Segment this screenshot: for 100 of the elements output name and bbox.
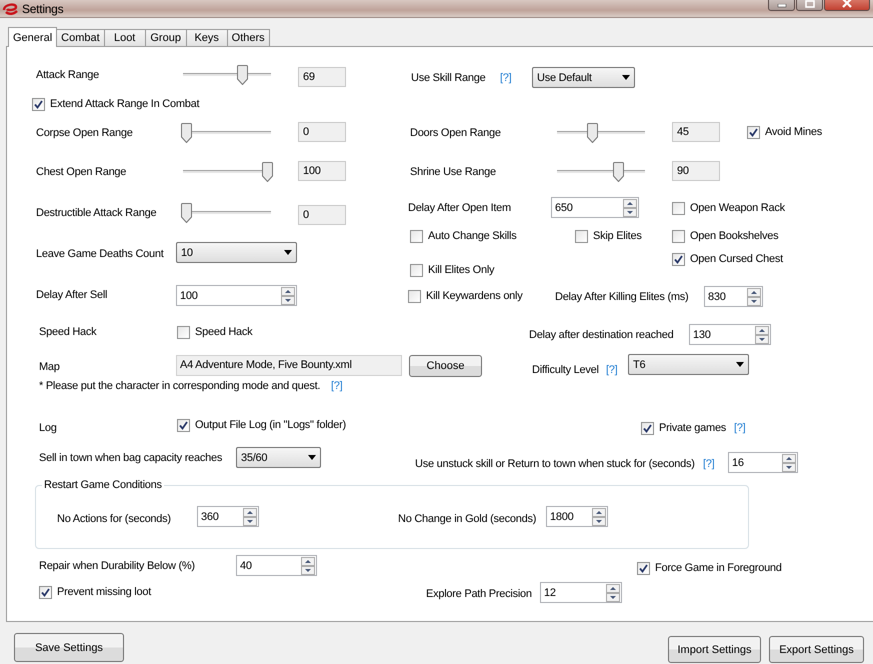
checkmark-icon: [748, 126, 759, 138]
tab[interactable]: Others: [226, 29, 270, 46]
choose-button[interactable]: Choose: [409, 355, 482, 377]
tab[interactable]: Loot: [104, 29, 146, 46]
checkbox[interactable]: Extend Attack Range In Combat: [32, 96, 200, 112]
value-field: 69: [298, 67, 346, 87]
field-label: Destructible Attack Range: [36, 206, 156, 221]
checkbox[interactable]: Avoid Mines: [747, 124, 822, 140]
slider[interactable]: [181, 63, 273, 87]
checkbox[interactable]: Output File Log (in "Logs" folder): [177, 417, 346, 433]
checkbox[interactable]: Open Bookshelves: [672, 228, 778, 244]
slider-thumb[interactable]: [262, 162, 273, 182]
field-label: Use Skill Range: [411, 71, 486, 86]
checkbox[interactable]: Kill Keywardens only: [408, 288, 522, 304]
checkmark-icon: [178, 420, 189, 430]
app-logo-icon: [2, 2, 18, 16]
value-field: 45: [672, 122, 720, 142]
field-label: Sell in town when bag capacity reaches: [39, 451, 222, 466]
dropdown[interactable]: Use Default: [532, 67, 635, 88]
slider[interactable]: [181, 201, 273, 225]
dropdown[interactable]: 35/60: [236, 447, 321, 468]
checkmark-icon: [33, 98, 44, 110]
settings-button[interactable]: Export Settings: [769, 636, 864, 663]
number-field[interactable]: 1800: [546, 506, 608, 527]
slider-thumb[interactable]: [587, 123, 598, 143]
checkbox[interactable]: Open Cursed Chest: [672, 251, 783, 267]
field-label: Shrine Use Range: [410, 165, 496, 180]
number-field[interactable]: 12: [540, 582, 622, 603]
checkbox[interactable]: Private games: [641, 420, 726, 436]
path-field[interactable]: A4 Adventure Mode, Five Bounty.xml: [176, 355, 402, 376]
help-link[interactable]: [?]: [331, 378, 342, 394]
value-field: 100: [298, 161, 346, 181]
tab[interactable]: General: [8, 27, 58, 47]
value-field: 90: [672, 161, 720, 181]
field-label: Repair when Durability Below (%): [39, 559, 195, 574]
slider[interactable]: [181, 160, 273, 184]
value-field: 0: [298, 205, 346, 225]
caret-icon: [284, 250, 292, 255]
maximize-icon: [804, 0, 814, 8]
field-label: Delay After Sell: [36, 288, 108, 303]
field-label: Delay after destination reached: [529, 328, 674, 343]
field-label: Delay After Open Item: [408, 201, 511, 216]
minimize-icon: [776, 4, 786, 8]
settings-button[interactable]: Import Settings: [668, 636, 761, 663]
close-icon: [841, 0, 853, 8]
slider[interactable]: [181, 121, 273, 145]
field-label: Doors Open Range: [410, 126, 501, 141]
tab[interactable]: Group: [144, 29, 187, 46]
number-field[interactable]: 130: [689, 324, 771, 345]
checkbox[interactable]: Auto Change Skills: [410, 228, 516, 244]
field-label: Explore Path Precision: [426, 587, 532, 602]
field-label: No Actions for (seconds): [57, 512, 171, 527]
help-link[interactable]: [?]: [734, 420, 746, 436]
help-link[interactable]: [?]: [606, 362, 618, 378]
slider-thumb[interactable]: [613, 162, 624, 182]
field-label: No Change in Gold (seconds): [398, 512, 536, 527]
dropdown[interactable]: 10: [176, 242, 297, 263]
number-field[interactable]: 100: [176, 285, 297, 306]
checkmark-icon: [40, 586, 51, 598]
slider[interactable]: [555, 160, 647, 184]
checkbox[interactable]: Prevent missing loot: [39, 584, 152, 600]
field-label: Difficulty Level: [532, 363, 599, 378]
help-link[interactable]: [?]: [500, 70, 512, 86]
field-label: * Please put the character in corresponding mode and quest.: [39, 379, 320, 394]
field-label: Map: [39, 360, 60, 375]
settings-button[interactable]: Save Settings: [14, 633, 124, 662]
checkbox[interactable]: Kill Elites Only: [410, 262, 494, 278]
caret-icon: [622, 75, 630, 80]
value-field: 0: [298, 122, 346, 142]
field-label: Corpse Open Range: [36, 126, 133, 141]
tab[interactable]: Keys: [186, 29, 228, 46]
checkbox[interactable]: Speed Hack: [177, 324, 252, 340]
checkbox[interactable]: Open Weapon Rack: [672, 200, 785, 216]
field-label: Log: [39, 421, 57, 436]
slider-thumb[interactable]: [181, 203, 192, 223]
checkmark-icon: [642, 422, 653, 434]
field-label: Leave Game Deaths Count: [36, 247, 164, 262]
slider-thumb[interactable]: [236, 65, 248, 85]
help-link[interactable]: [?]: [703, 456, 714, 472]
slider[interactable]: [555, 121, 647, 145]
dropdown[interactable]: T6: [628, 354, 749, 375]
checkbox[interactable]: Skip Elites: [575, 228, 642, 244]
checkmark-icon: [673, 254, 684, 264]
number-field[interactable]: 830: [704, 286, 763, 307]
caret-icon: [308, 455, 316, 460]
field-label: Chest Open Range: [36, 165, 126, 180]
number-field[interactable]: 16: [728, 452, 798, 473]
field-label: Attack Range: [36, 68, 100, 83]
window-title: Settings: [22, 2, 64, 16]
field-label: Delay After Killing Elites (ms): [555, 290, 688, 305]
number-field[interactable]: 650: [551, 197, 639, 218]
tab[interactable]: Combat: [56, 29, 105, 46]
checkmark-icon: [638, 562, 649, 574]
checkbox[interactable]: Force Game in Foreground: [637, 560, 782, 576]
number-field[interactable]: 360: [197, 506, 259, 527]
slider-thumb[interactable]: [181, 123, 192, 143]
number-field[interactable]: 40: [236, 555, 317, 576]
field-label: Use unstuck skill or Return to town when stuck for (seconds): [415, 457, 695, 472]
caret-icon: [736, 362, 744, 367]
field-label: Speed Hack: [39, 325, 96, 340]
